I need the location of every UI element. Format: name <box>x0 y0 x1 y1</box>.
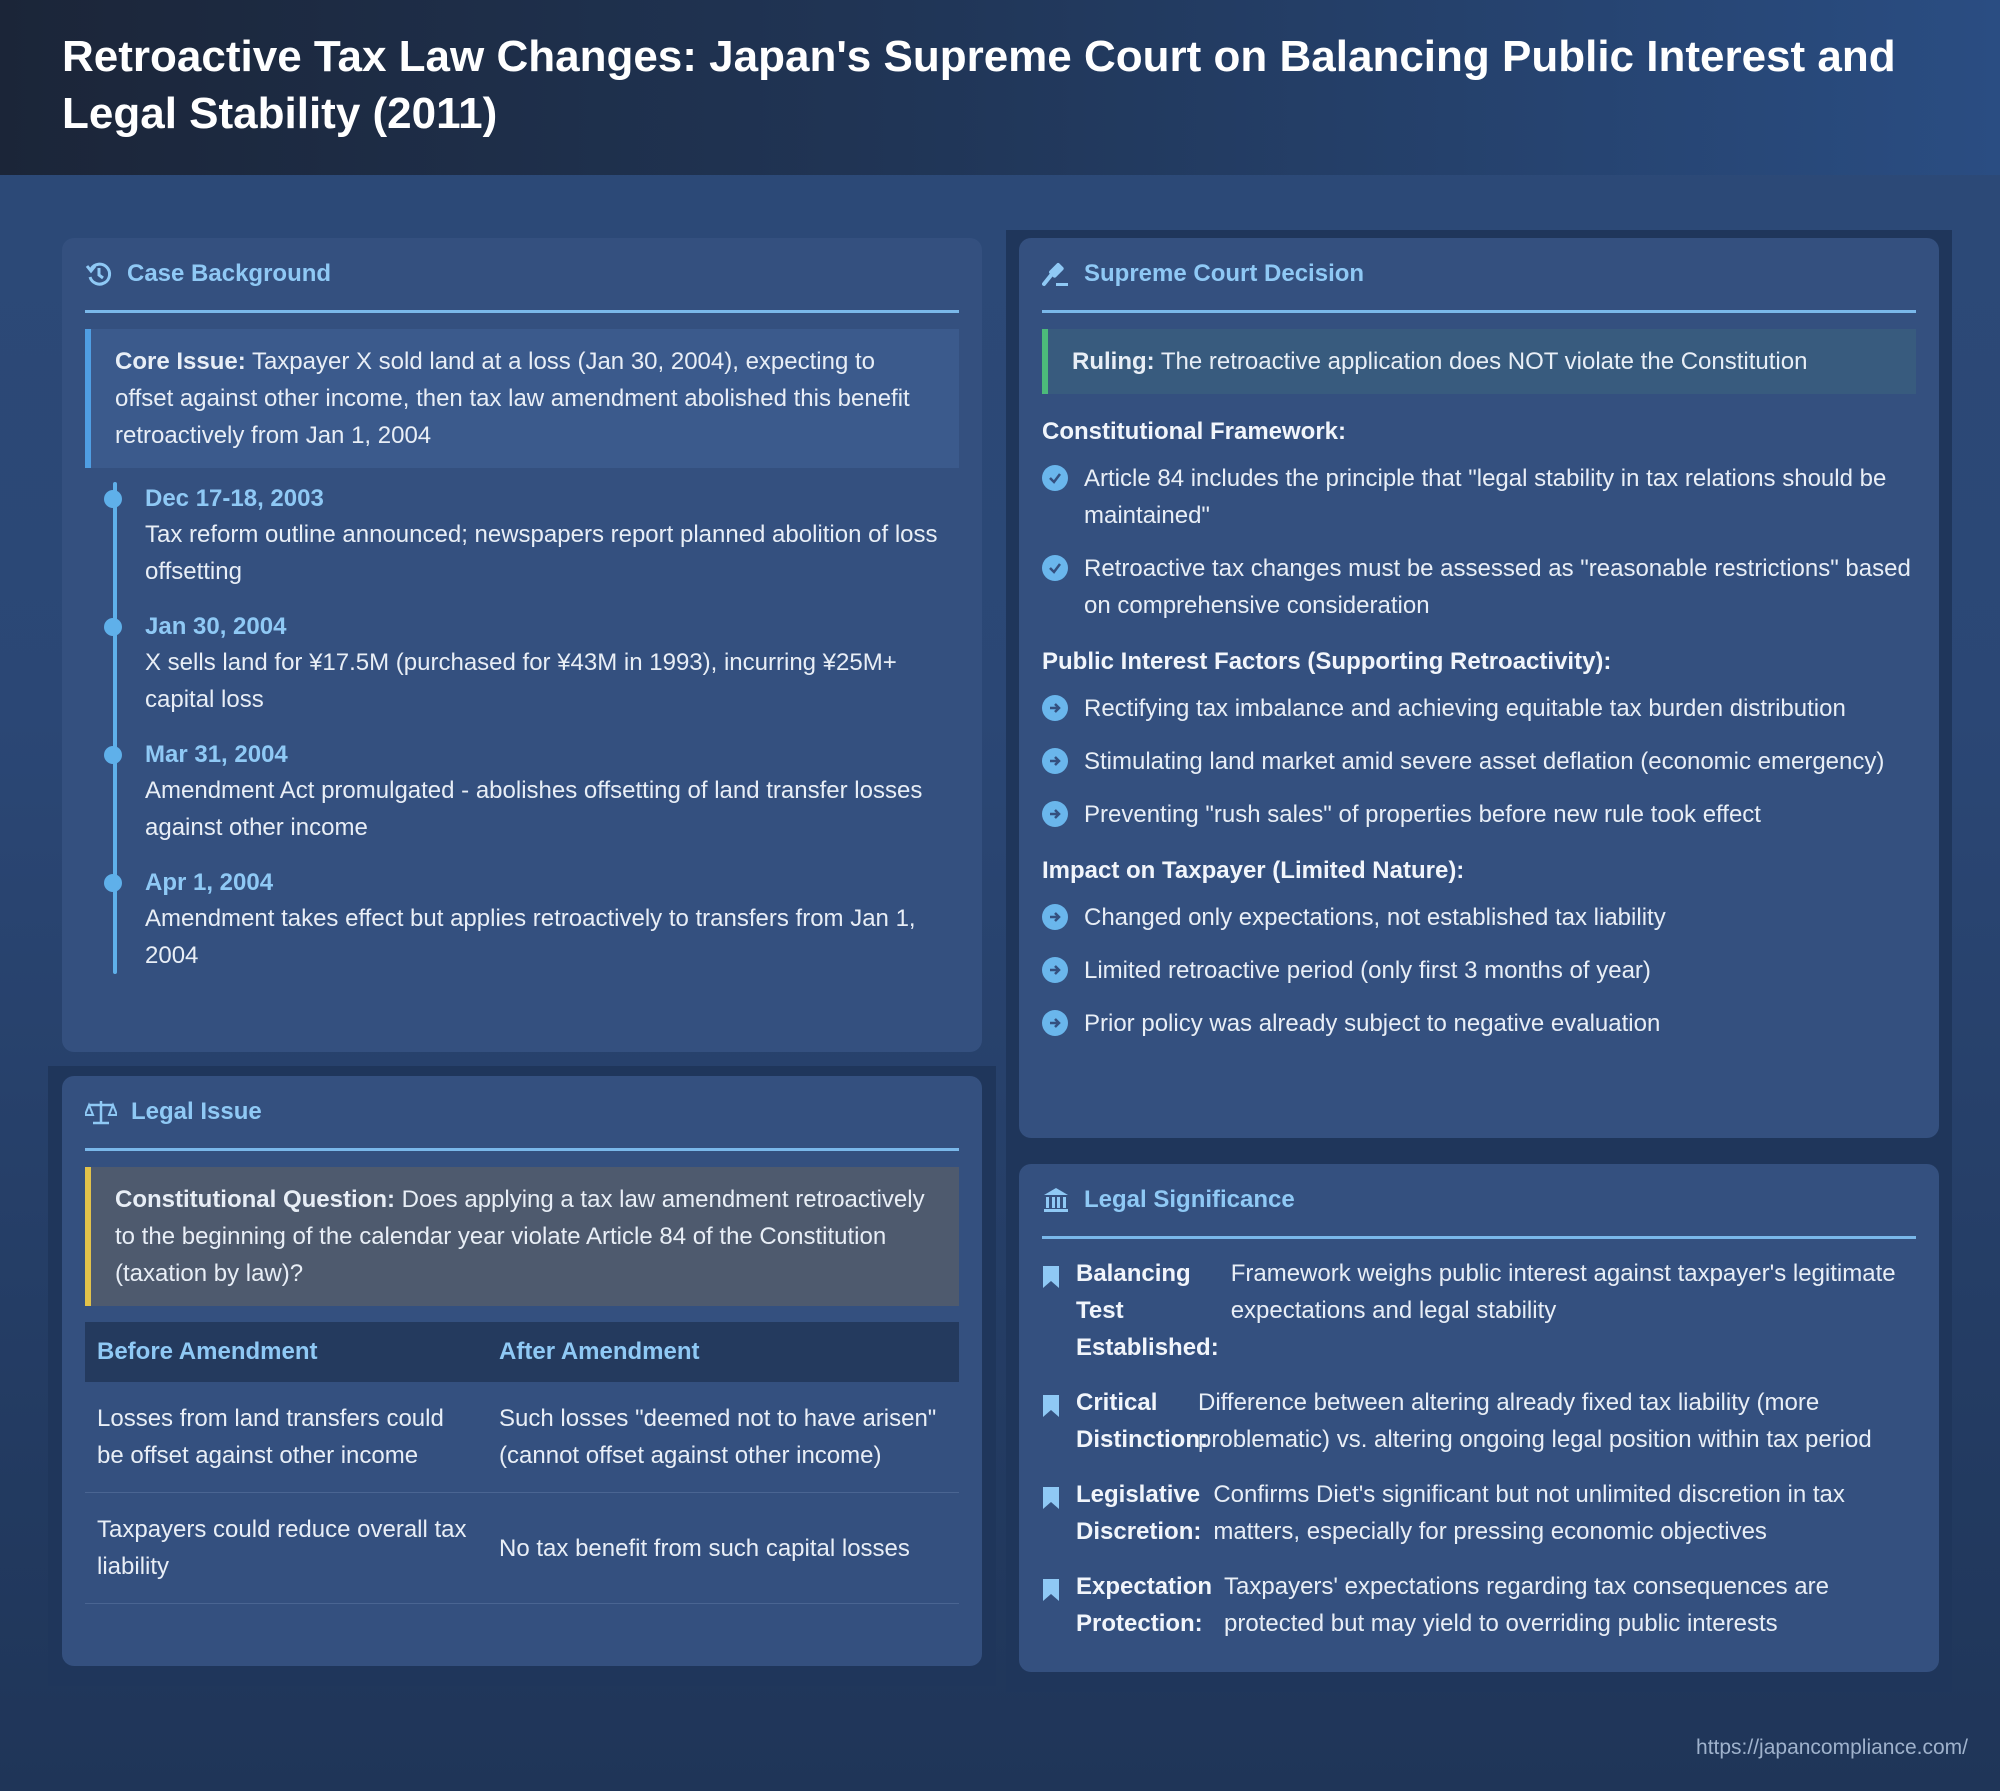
table-cell: No tax benefit from such capital losses <box>487 1492 959 1604</box>
arrow-circle-icon <box>1042 1010 1068 1036</box>
arrow-circle-icon <box>1042 957 1068 983</box>
significance-item: Expectation Protection: Taxpayers' expec… <box>1042 1568 1916 1642</box>
table-row: Losses from land transfers could be offs… <box>85 1382 959 1493</box>
arrow-circle-icon <box>1042 748 1068 774</box>
timeline-dot <box>104 618 122 636</box>
significance-item: Balancing Test Established: Framework we… <box>1042 1255 1916 1366</box>
timeline-item: Jan 30, 2004 X sells land for ¥17.5M (pu… <box>104 610 959 718</box>
list-item: Preventing "rush sales" of properties be… <box>1042 796 1916 833</box>
significance-text: Confirms Diet's significant but not unli… <box>1213 1481 1845 1545</box>
decision-heading: Supreme Court Decision <box>1042 238 1916 313</box>
decision-card: Supreme Court Decision Ruling: The retro… <box>1019 238 1939 1138</box>
table-cell: Such losses "deemed not to have arisen" … <box>487 1382 959 1493</box>
legal-issue-card: Legal Issue Constitutional Question: Doe… <box>62 1076 982 1666</box>
legal-issue-heading: Legal Issue <box>85 1076 959 1151</box>
arrow-circle-icon <box>1042 695 1068 721</box>
case-timeline: Dec 17-18, 2003 Tax reform outline annou… <box>85 482 959 974</box>
constitutional-question-callout: Constitutional Question: Does applying a… <box>85 1167 959 1306</box>
bookmark-icon <box>1042 1484 1060 1521</box>
list-item: Limited retroactive period (only first 3… <box>1042 952 1916 989</box>
significance-heading: Legal Significance <box>1042 1164 1916 1239</box>
arrow-circle-icon <box>1042 904 1068 930</box>
page-title: Retroactive Tax Law Changes: Japan's Sup… <box>62 32 1896 138</box>
timeline-item: Apr 1, 2004 Amendment takes effect but a… <box>104 866 959 974</box>
history-icon <box>85 260 113 288</box>
arrow-circle-icon <box>1042 801 1068 827</box>
timeline-dot <box>104 490 122 508</box>
column-header-after: After Amendment <box>487 1322 959 1382</box>
question-label: Constitutional Question: <box>115 1186 395 1213</box>
timeline-text: Amendment Act promulgated - abolishes of… <box>145 777 923 841</box>
timeline-item: Dec 17-18, 2003 Tax reform outline annou… <box>104 482 959 590</box>
bank-icon <box>1042 1186 1070 1214</box>
list-item: Retroactive tax changes must be assessed… <box>1042 550 1916 624</box>
core-issue-callout: Core Issue: Taxpayer X sold land at a lo… <box>85 329 959 468</box>
table-cell: Taxpayers could reduce overall tax liabi… <box>85 1492 488 1604</box>
list-item: Changed only expectations, not establish… <box>1042 899 1916 936</box>
significance-text: Framework weighs public interest against… <box>1230 1260 1896 1324</box>
timeline-text: Tax reform outline announced; newspapers… <box>145 521 938 585</box>
check-circle-icon <box>1042 465 1068 491</box>
ruling-text: The retroactive application does NOT vio… <box>1154 348 1808 375</box>
list-item: Prior policy was already subject to nega… <box>1042 1005 1916 1042</box>
bookmark-icon <box>1042 1576 1060 1613</box>
amendment-comparison-table: Before Amendment After Amendment Losses … <box>85 1322 959 1604</box>
footer-url: https://japancompliance.com/ <box>1696 1736 1968 1759</box>
column-header-before: Before Amendment <box>85 1322 488 1382</box>
bookmark-icon <box>1042 1263 1060 1300</box>
significance-label: Critical Distinction: <box>1076 1389 1208 1453</box>
impact-heading: Impact on Taxpayer (Limited Nature): <box>1042 857 1465 884</box>
list-item: Rectifying tax imbalance and achieving e… <box>1042 690 1916 727</box>
ruling-label: Ruling: <box>1072 348 1155 375</box>
ruling-callout: Ruling: The retroactive application does… <box>1042 329 1916 394</box>
significance-text: Difference between altering already fixe… <box>1198 1389 1872 1453</box>
timeline-date: Apr 1, 2004 <box>145 869 274 896</box>
table-row: Taxpayers could reduce overall tax liabi… <box>85 1492 959 1604</box>
framework-heading: Constitutional Framework: <box>1042 418 1347 445</box>
timeline-dot <box>104 746 122 764</box>
list-item: Article 84 includes the principle that "… <box>1042 460 1916 534</box>
timeline-text: X sells land for ¥17.5M (purchased for ¥… <box>145 649 897 713</box>
timeline-date: Dec 17-18, 2003 <box>145 485 324 512</box>
timeline-date: Mar 31, 2004 <box>145 741 288 768</box>
timeline-line <box>113 482 117 974</box>
gavel-icon <box>1042 260 1070 288</box>
check-circle-icon <box>1042 555 1068 581</box>
timeline-dot <box>104 874 122 892</box>
bookmark-icon <box>1042 1392 1060 1429</box>
significance-label: Balancing Test Established: <box>1076 1260 1219 1361</box>
significance-label: Expectation Protection: <box>1076 1573 1213 1637</box>
timeline-text: Amendment takes effect but applies retro… <box>145 905 916 969</box>
significance-card: Legal Significance Balancing Test Establ… <box>1019 1164 1939 1672</box>
significance-item: Legislative Discretion: Confirms Diet's … <box>1042 1476 1916 1550</box>
timeline-date: Jan 30, 2004 <box>145 613 287 640</box>
timeline-item: Mar 31, 2004 Amendment Act promulgated -… <box>104 738 959 846</box>
significance-text: Taxpayers' expectations regarding tax co… <box>1224 1573 1829 1637</box>
scales-icon <box>85 1098 117 1126</box>
list-item: Stimulating land market amid severe asse… <box>1042 743 1916 780</box>
significance-item: Critical Distinction: Difference between… <box>1042 1384 1916 1458</box>
public-interest-heading: Public Interest Factors (Supporting Retr… <box>1042 648 1612 675</box>
table-header-row: Before Amendment After Amendment <box>85 1322 959 1382</box>
page-header: Retroactive Tax Law Changes: Japan's Sup… <box>0 0 2000 175</box>
case-background-heading: Case Background <box>85 238 959 313</box>
core-issue-label: Core Issue: <box>115 348 246 375</box>
case-background-card: Case Background Core Issue: Taxpayer X s… <box>62 238 982 1052</box>
significance-label: Legislative Discretion: <box>1076 1481 1202 1545</box>
table-cell: Losses from land transfers could be offs… <box>85 1382 488 1493</box>
